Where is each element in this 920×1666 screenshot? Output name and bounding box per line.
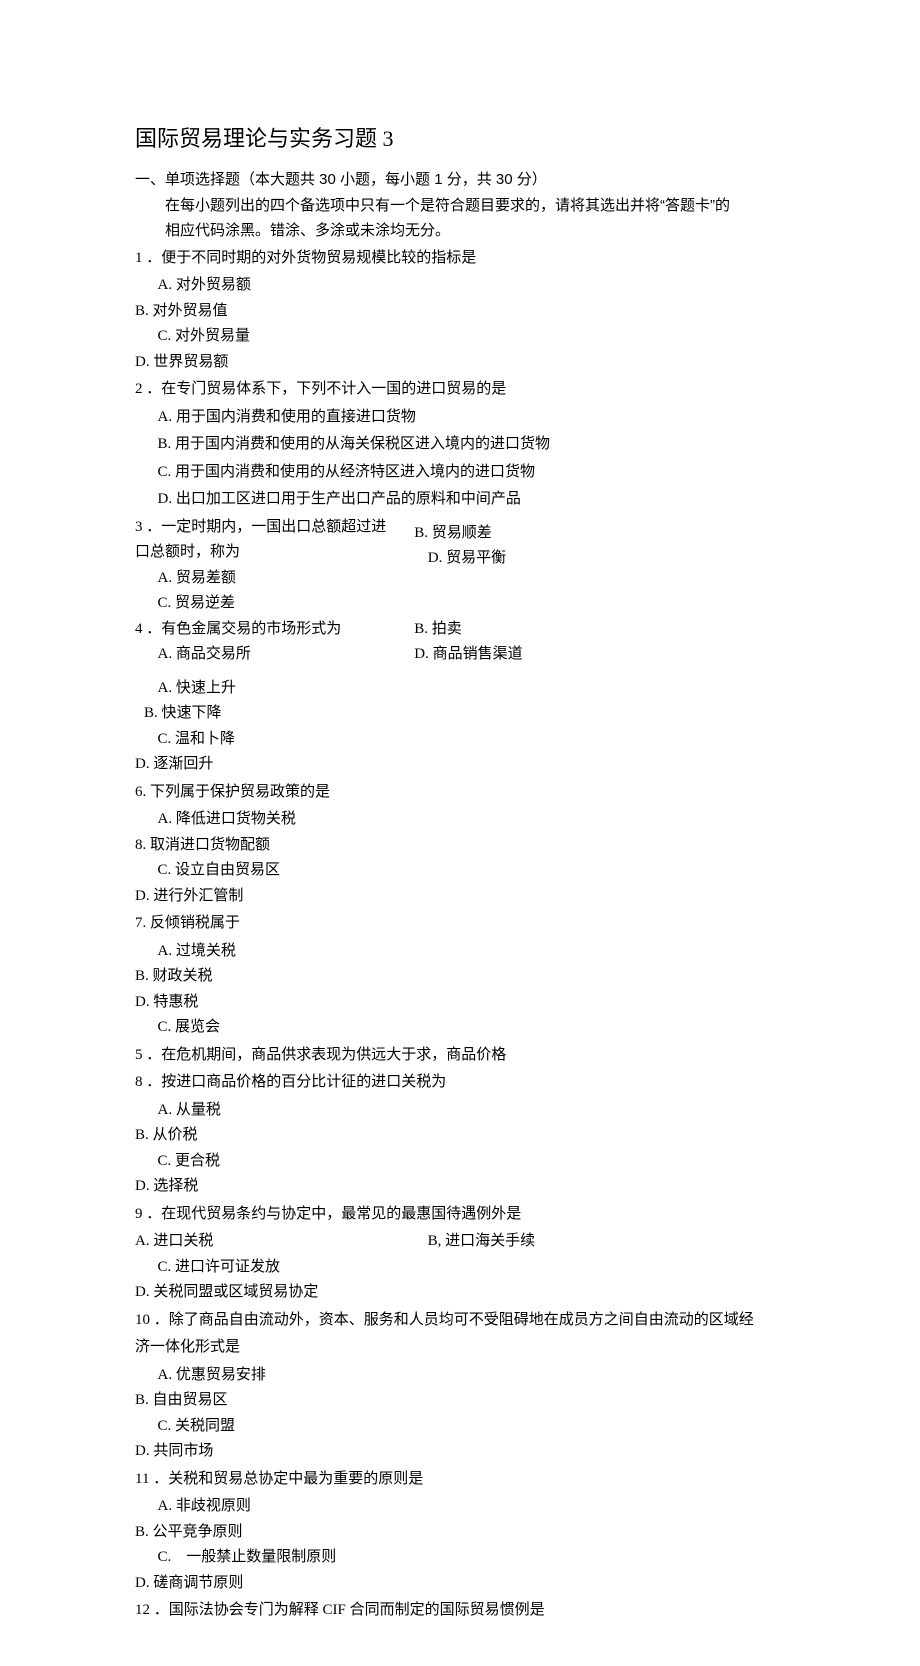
option-d: D. 磋商调节原则 — [135, 1571, 468, 1597]
option-a: A. 贸易差额 — [135, 566, 414, 592]
section-instruction: 在每小题列出的四个备选项中只有一个是符合题目要求的，请将其选出并将“答题卡”的 — [135, 193, 800, 219]
option-d: D. 出口加工区进口用于生产出口产品的原料和中间产品 — [135, 487, 800, 513]
question-stem: 4 ．有色金属交易的市场形式为 — [135, 617, 414, 643]
option-d: D. 特惠税 — [135, 990, 468, 1016]
option-d: D. 逐渐回升 — [135, 752, 468, 778]
option-c: C. 更合税 — [135, 1149, 490, 1175]
option-a: A. 进口关税 — [135, 1229, 428, 1255]
option-d: D. 商品销售渠道 — [414, 642, 800, 668]
option-a: A. 对外贸易额 — [135, 273, 490, 299]
option-b: B. 财政关税 — [135, 964, 468, 990]
option-d: D. 世界贸易额 — [135, 350, 468, 376]
option-c: C. 设立自由贸易区 — [135, 858, 490, 884]
option-c: C. 贸易逆差 — [135, 591, 414, 617]
option-a: A. 从量税 — [135, 1098, 490, 1124]
question-stem: 10 ．除了商品自由流动外，资本、服务和人员均可不受阻碍地在成员方之间自由流动的… — [135, 1308, 800, 1334]
option-a: A. 快速上升 — [135, 676, 490, 702]
question-stem: 9 ．在现代贸易条约与协定中，最常见的最惠国待遇例外是 — [135, 1202, 800, 1228]
option-b: B. 公平竞争原则 — [135, 1520, 468, 1546]
option-c: C. 温和卜降 — [135, 727, 490, 753]
question-stem: 1 ．便于不同时期的对外货物贸易规模比较的指标是 — [135, 246, 800, 272]
option-c: C. 对外贸易量 — [135, 324, 490, 350]
option-b: B. 对外贸易值 — [135, 299, 468, 325]
section-heading: 一、单项选择题（本大题共 30 小题，每小题 1 分，共 30 分） — [135, 167, 800, 193]
question-stem: 12 ．国际法协会专门为解释 CIF 合同而制定的国际贸易惯例是 — [135, 1598, 800, 1624]
option-b: B. 贸易顺差 — [414, 521, 800, 547]
option-a: A. 降低进口货物关税 — [135, 807, 490, 833]
option-b: 8. 取消进口货物配额 — [135, 833, 468, 859]
option-d: D. 共同市场 — [135, 1439, 468, 1465]
option-a: A. 商品交易所 — [135, 642, 414, 668]
question-stem: 6. 下列属于保护贸易政策的是 — [135, 780, 800, 806]
page-title: 国际贸易理论与实务习题 3 — [135, 120, 800, 157]
option-c: C. 一般禁止数量限制原则 — [135, 1545, 490, 1571]
question-stem: 口总额时，称为 — [135, 540, 414, 566]
question-stem: 8 ．按进口商品价格的百分比计征的进口关税为 — [135, 1070, 800, 1096]
option-d: D. 进行外汇管制 — [135, 884, 468, 910]
question-stem: 3 ．一定时期内，一国出口总额超过进 — [135, 515, 414, 541]
question-stem: 2 ．在专门贸易体系下，下列不计入一国的进口贸易的是 — [135, 377, 800, 403]
question-stem: 7. 反倾销税属于 — [135, 911, 800, 937]
option-a: A. 非歧视原则 — [135, 1494, 490, 1520]
option-a: A. 用于国内消费和使用的直接进口货物 — [135, 405, 800, 431]
option-b: B. 拍卖 — [414, 617, 800, 643]
option-a: A. 优惠贸易安排 — [135, 1363, 490, 1389]
option-b: B, 进口海关手续 — [428, 1229, 800, 1255]
option-d: D. 选择税 — [135, 1174, 468, 1200]
option-b: B. 自由贸易区 — [135, 1388, 468, 1414]
option-c: C. 用于国内消费和使用的从经济特区进入境内的进口货物 — [135, 460, 800, 486]
option-b: B. 从价税 — [135, 1123, 468, 1149]
question-stem: 11 ．关税和贸易总协定中最为重要的原则是 — [135, 1467, 800, 1493]
section-instruction: 相应代码涂黑。错涂、多涂或未涂均无分。 — [135, 218, 800, 244]
option-c: C. 进口许可证发放 — [135, 1255, 450, 1281]
question-stem: 济一体化形式是 — [135, 1335, 800, 1361]
option-c: C. 关税同盟 — [135, 1414, 490, 1440]
option-b: B. 快速下降 — [135, 701, 477, 727]
option-c: C. 展览会 — [135, 1015, 490, 1041]
question-stem: 5 ．在危机期间，商品供求表现为供远大于求，商品价格 — [135, 1043, 800, 1069]
option-b: B. 用于国内消费和使用的从海关保税区进入境内的进口货物 — [135, 432, 800, 458]
option-d: D. 贸易平衡 — [414, 546, 800, 572]
option-a: A. 过境关税 — [135, 939, 490, 965]
option-d: D. 关税同盟或区域贸易协定 — [135, 1280, 507, 1306]
